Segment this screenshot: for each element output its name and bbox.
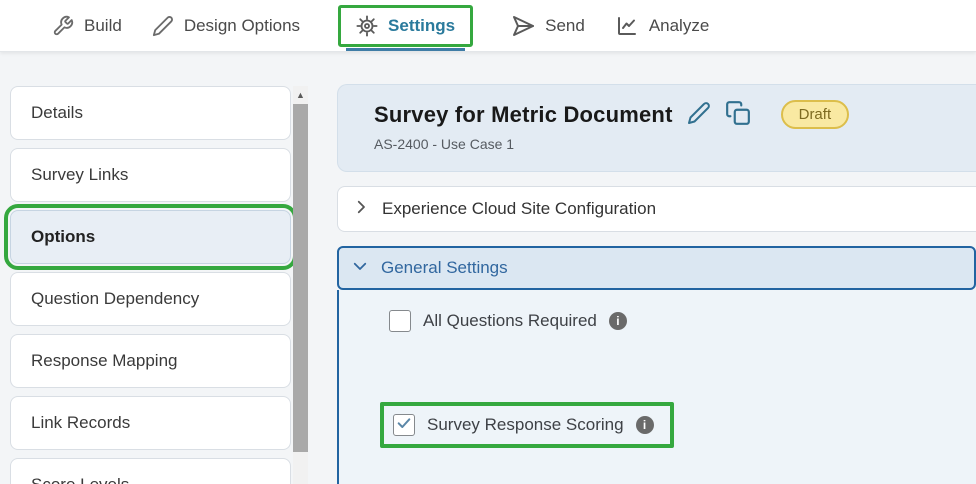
sidebar-item-options[interactable]: Options bbox=[4, 204, 297, 270]
sidebar-item-survey-links[interactable]: Survey Links bbox=[10, 148, 291, 202]
tab-design-options-label: Design Options bbox=[183, 15, 301, 35]
general-settings-body: All Questions Required i Survey Response… bbox=[337, 290, 976, 484]
settings-sidebar: Details Survey Links Options Question De… bbox=[4, 86, 297, 484]
page-title: Survey for Metric Document bbox=[374, 101, 673, 127]
sidebar-item-details[interactable]: Details bbox=[10, 86, 291, 140]
checkmark-icon bbox=[396, 415, 412, 436]
send-icon bbox=[511, 14, 535, 38]
section-experience-cloud[interactable]: Experience Cloud Site Configuration bbox=[337, 186, 976, 232]
tab-settings-label: Settings bbox=[388, 15, 456, 35]
wrench-icon bbox=[52, 15, 74, 37]
general-settings-label: General Settings bbox=[381, 258, 508, 277]
survey-header-card: Survey for Metric Document Draft AS-2400… bbox=[337, 84, 976, 172]
edit-title-button[interactable] bbox=[687, 101, 711, 128]
general-settings-header[interactable]: General Settings bbox=[337, 246, 976, 290]
copy-button[interactable] bbox=[725, 100, 751, 129]
section-experience-cloud-label: Experience Cloud Site Configuration bbox=[382, 199, 657, 218]
info-icon[interactable]: i bbox=[635, 416, 654, 434]
tab-settings[interactable]: Settings bbox=[338, 4, 474, 51]
sidebar-item-score-levels[interactable]: Score Levels bbox=[10, 458, 291, 484]
survey-subtitle: AS-2400 - Use Case 1 bbox=[374, 136, 515, 152]
scrollbar-up-arrow-icon[interactable]: ▲ bbox=[293, 86, 308, 104]
tab-send-label: Send bbox=[545, 15, 585, 35]
scrollbar-thumb[interactable] bbox=[293, 104, 308, 452]
paintbrush-icon bbox=[152, 15, 174, 37]
survey-response-scoring-checkbox[interactable] bbox=[393, 414, 415, 436]
survey-response-scoring-label: Survey Response Scoring bbox=[427, 415, 624, 434]
chevron-right-icon bbox=[352, 198, 370, 221]
all-questions-required-label: All Questions Required bbox=[423, 311, 597, 330]
info-icon[interactable]: i bbox=[608, 312, 627, 330]
tab-send[interactable]: Send bbox=[511, 14, 585, 38]
tab-build-label: Build bbox=[84, 15, 122, 35]
edit-pencil-icon bbox=[687, 101, 711, 128]
section-general-settings: General Settings All Questions Required … bbox=[337, 246, 976, 484]
tab-analyze[interactable]: Analyze bbox=[615, 14, 709, 38]
tab-build[interactable]: Build bbox=[52, 15, 122, 37]
sidebar-item-response-mapping[interactable]: Response Mapping bbox=[10, 334, 291, 388]
chevron-down-icon bbox=[351, 257, 369, 280]
tab-design-options[interactable]: Design Options bbox=[152, 15, 300, 37]
option-survey-response-scoring: Survey Response Scoring i bbox=[393, 414, 654, 436]
sidebar-item-link-records[interactable]: Link Records bbox=[10, 396, 291, 450]
option-all-questions-required: All Questions Required i bbox=[389, 310, 976, 332]
analyze-chart-icon bbox=[615, 14, 639, 38]
sidebar-scrollbar[interactable]: ▲ bbox=[293, 86, 308, 484]
all-questions-required-checkbox[interactable] bbox=[389, 310, 411, 332]
sidebar-item-question-dependency[interactable]: Question Dependency bbox=[10, 272, 291, 326]
annotation-highlight: Survey Response Scoring i bbox=[380, 402, 674, 448]
top-nav: Build Design Options Settings Send Analy… bbox=[0, 0, 976, 52]
tab-analyze-label: Analyze bbox=[648, 15, 710, 35]
active-tab-underline bbox=[346, 47, 466, 51]
copy-icon bbox=[725, 100, 751, 129]
status-badge: Draft bbox=[780, 100, 850, 129]
gear-icon bbox=[356, 14, 378, 37]
main-content: Survey for Metric Document Draft AS-2400… bbox=[337, 84, 976, 484]
